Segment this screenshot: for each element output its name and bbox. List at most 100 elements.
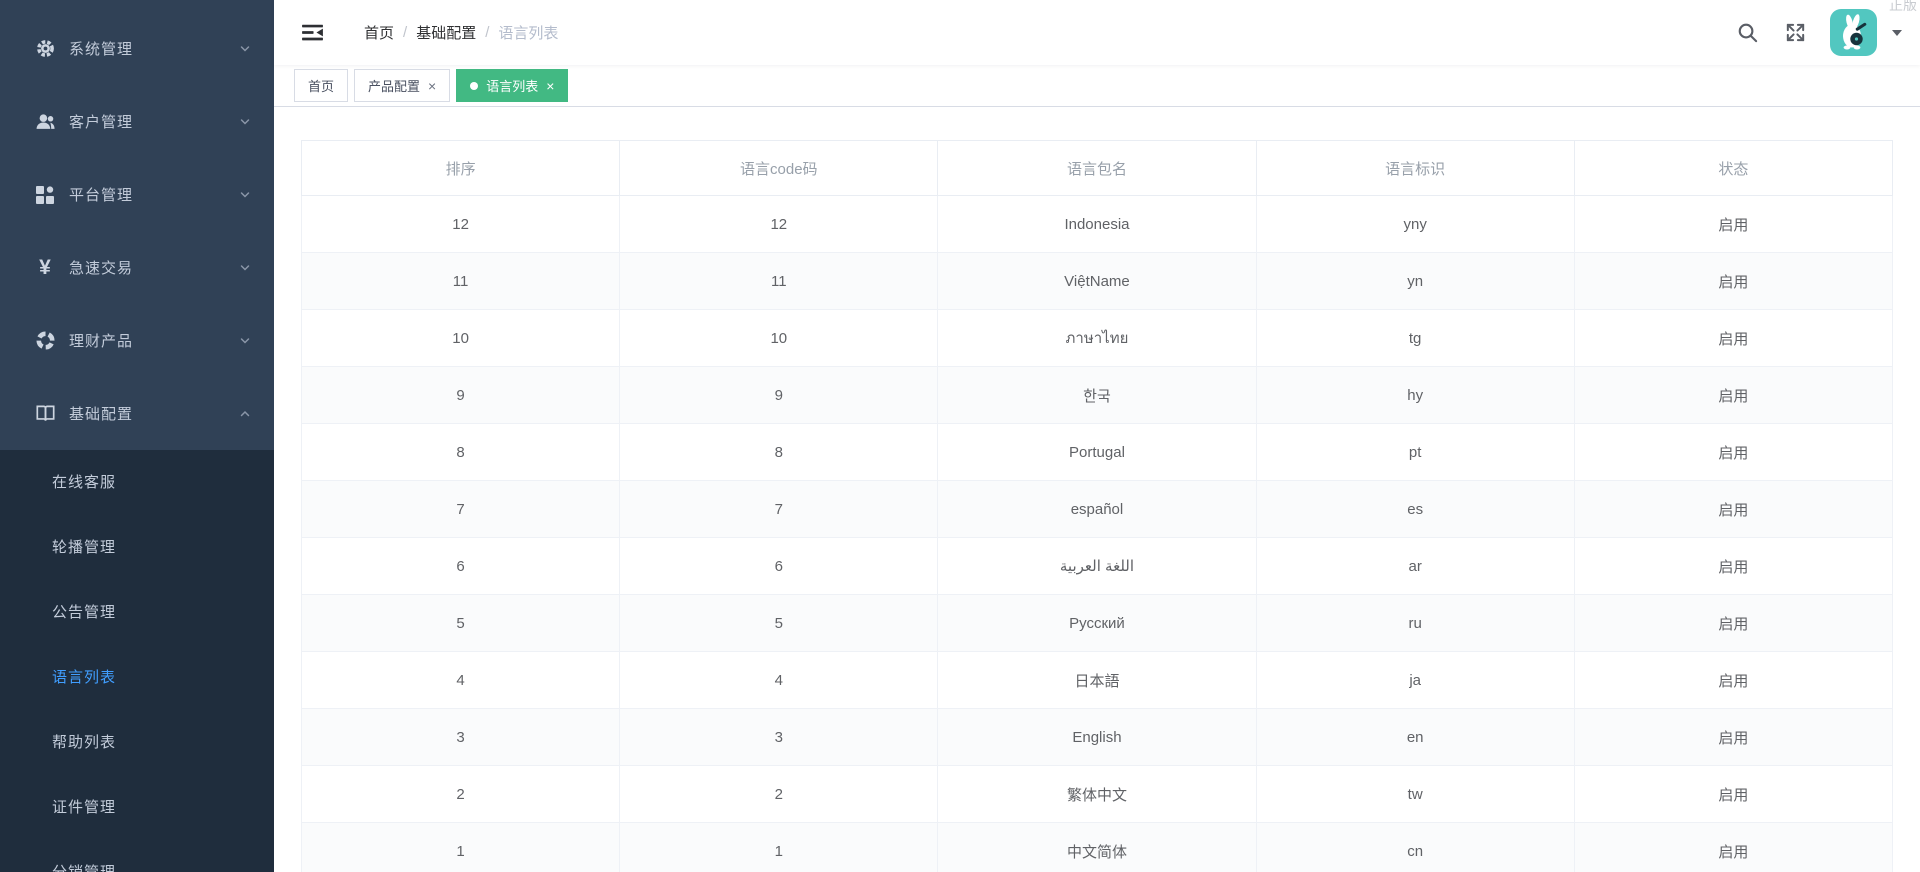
cell-code: 1 (620, 823, 938, 872)
sidebar-item-trade[interactable]: ¥ 急速交易 (0, 231, 274, 304)
topbar: 首页 / 基础配置 / 语言列表 (274, 0, 1920, 65)
cell-mark: ja (1256, 652, 1574, 709)
cell-code: 6 (620, 538, 938, 595)
breadcrumb-home[interactable]: 首页 (364, 22, 394, 43)
cell-sort: 5 (302, 595, 620, 652)
cell-name: Indonesia (938, 196, 1256, 253)
status-badge: 启用 (1574, 595, 1892, 652)
sidebar-item-system[interactable]: 系统管理 (0, 12, 274, 85)
close-icon[interactable]: × (546, 79, 554, 93)
table-row: 8 8 Portugal pt 启用 (302, 424, 1893, 481)
cell-mark: tg (1256, 310, 1574, 367)
sidebar-collapse-icon[interactable] (300, 20, 326, 46)
tab-product-config[interactable]: 产品配置 × (354, 69, 450, 102)
cell-sort: 10 (302, 310, 620, 367)
cell-code: 3 (620, 709, 938, 766)
cell-mark: es (1256, 481, 1574, 538)
active-dot-icon (470, 82, 478, 90)
book-icon (34, 403, 56, 425)
fullscreen-icon[interactable] (1782, 20, 1808, 46)
avatar[interactable] (1830, 9, 1877, 56)
cell-name: español (938, 481, 1256, 538)
status-badge: 启用 (1574, 424, 1892, 481)
sidebar-item-platform[interactable]: 平台管理 (0, 158, 274, 231)
col-header-sort: 排序 (302, 141, 620, 196)
cell-sort: 3 (302, 709, 620, 766)
sidebar-item-label: 基础配置 (69, 403, 133, 424)
col-header-mark: 语言标识 (1256, 141, 1574, 196)
cell-sort: 12 (302, 196, 620, 253)
tags-view-bar: 首页 产品配置 × 语言列表 × (274, 65, 1920, 107)
table-row: 3 3 English en 启用 (302, 709, 1893, 766)
chevron-down-icon (238, 334, 252, 348)
submenu-item-online-service[interactable]: 在线客服 (0, 450, 274, 515)
sidebar-item-baseconfig[interactable]: 基础配置 (0, 377, 274, 450)
submenu-item-distribution[interactable]: 分销管理 (0, 840, 274, 872)
main-area: 首页 / 基础配置 / 语言列表 (274, 0, 1920, 872)
cell-name: 日本語 (938, 652, 1256, 709)
cell-mark: yn (1256, 253, 1574, 310)
sidebar-item-finance[interactable]: 理财产品 (0, 304, 274, 377)
status-badge: 启用 (1574, 709, 1892, 766)
users-icon (34, 111, 56, 133)
yen-icon: ¥ (34, 257, 56, 279)
cell-sort: 8 (302, 424, 620, 481)
status-badge: 启用 (1574, 766, 1892, 823)
cell-code: 5 (620, 595, 938, 652)
sidebar-item-customer[interactable]: 客户管理 (0, 85, 274, 158)
table-row: 5 5 Русский ru 启用 (302, 595, 1893, 652)
topbar-right (1734, 9, 1902, 56)
submenu-item-announcement[interactable]: 公告管理 (0, 580, 274, 645)
breadcrumb-separator: / (485, 24, 489, 41)
tab-home[interactable]: 首页 (294, 69, 348, 102)
cell-name: ภาษาไทย (938, 310, 1256, 367)
cell-name: Portugal (938, 424, 1256, 481)
cell-code: 4 (620, 652, 938, 709)
chevron-down-icon (238, 261, 252, 275)
cell-name: 한국 (938, 367, 1256, 424)
cell-code: 8 (620, 424, 938, 481)
status-badge: 启用 (1574, 310, 1892, 367)
sidebar: 系统管理 客户管理 (0, 0, 274, 872)
cell-mark: en (1256, 709, 1574, 766)
cell-name: Русский (938, 595, 1256, 652)
search-icon[interactable] (1734, 20, 1760, 46)
sidebar-item-label: 平台管理 (69, 184, 133, 205)
cell-mark: ru (1256, 595, 1574, 652)
breadcrumb-section[interactable]: 基础配置 (416, 22, 476, 43)
cell-name: اللغة العربية (938, 538, 1256, 595)
submenu-item-help-list[interactable]: 帮助列表 (0, 710, 274, 775)
tab-label: 语言列表 (486, 76, 538, 95)
submenu-item-carousel[interactable]: 轮播管理 (0, 515, 274, 580)
cell-code: 7 (620, 481, 938, 538)
watermark-text: 正版 (1889, 0, 1917, 15)
cell-sort: 4 (302, 652, 620, 709)
tab-label: 首页 (308, 76, 334, 95)
cell-name: ViệtName (938, 253, 1256, 310)
status-badge: 启用 (1574, 538, 1892, 595)
status-badge: 启用 (1574, 481, 1892, 538)
app-window: 系统管理 客户管理 (0, 0, 1920, 872)
table-header-row: 排序 语言code码 语言包名 语言标识 状态 (302, 141, 1893, 196)
status-badge: 启用 (1574, 367, 1892, 424)
close-icon[interactable]: × (428, 79, 436, 93)
grid-icon (34, 184, 56, 206)
content-area: 排序 语言code码 语言包名 语言标识 状态 12 12 Indonesia … (274, 107, 1920, 872)
submenu-item-certificate[interactable]: 证件管理 (0, 775, 274, 840)
cell-sort: 6 (302, 538, 620, 595)
chevron-down-icon (238, 42, 252, 56)
gear-icon (34, 38, 56, 60)
cell-sort: 7 (302, 481, 620, 538)
table-row: 12 12 Indonesia yny 启用 (302, 196, 1893, 253)
tab-language-list[interactable]: 语言列表 × (456, 69, 568, 102)
cell-code: 12 (620, 196, 938, 253)
sidebar-item-label: 系统管理 (69, 38, 133, 59)
caret-down-icon[interactable] (1892, 30, 1902, 41)
sidebar-item-label: 客户管理 (69, 111, 133, 132)
cell-sort: 9 (302, 367, 620, 424)
submenu-item-language-list[interactable]: 语言列表 (0, 645, 274, 710)
table-row: 1 1 中文简体 cn 启用 (302, 823, 1893, 872)
cell-name: 中文简体 (938, 823, 1256, 872)
cell-sort: 2 (302, 766, 620, 823)
breadcrumb-separator: / (403, 24, 407, 41)
